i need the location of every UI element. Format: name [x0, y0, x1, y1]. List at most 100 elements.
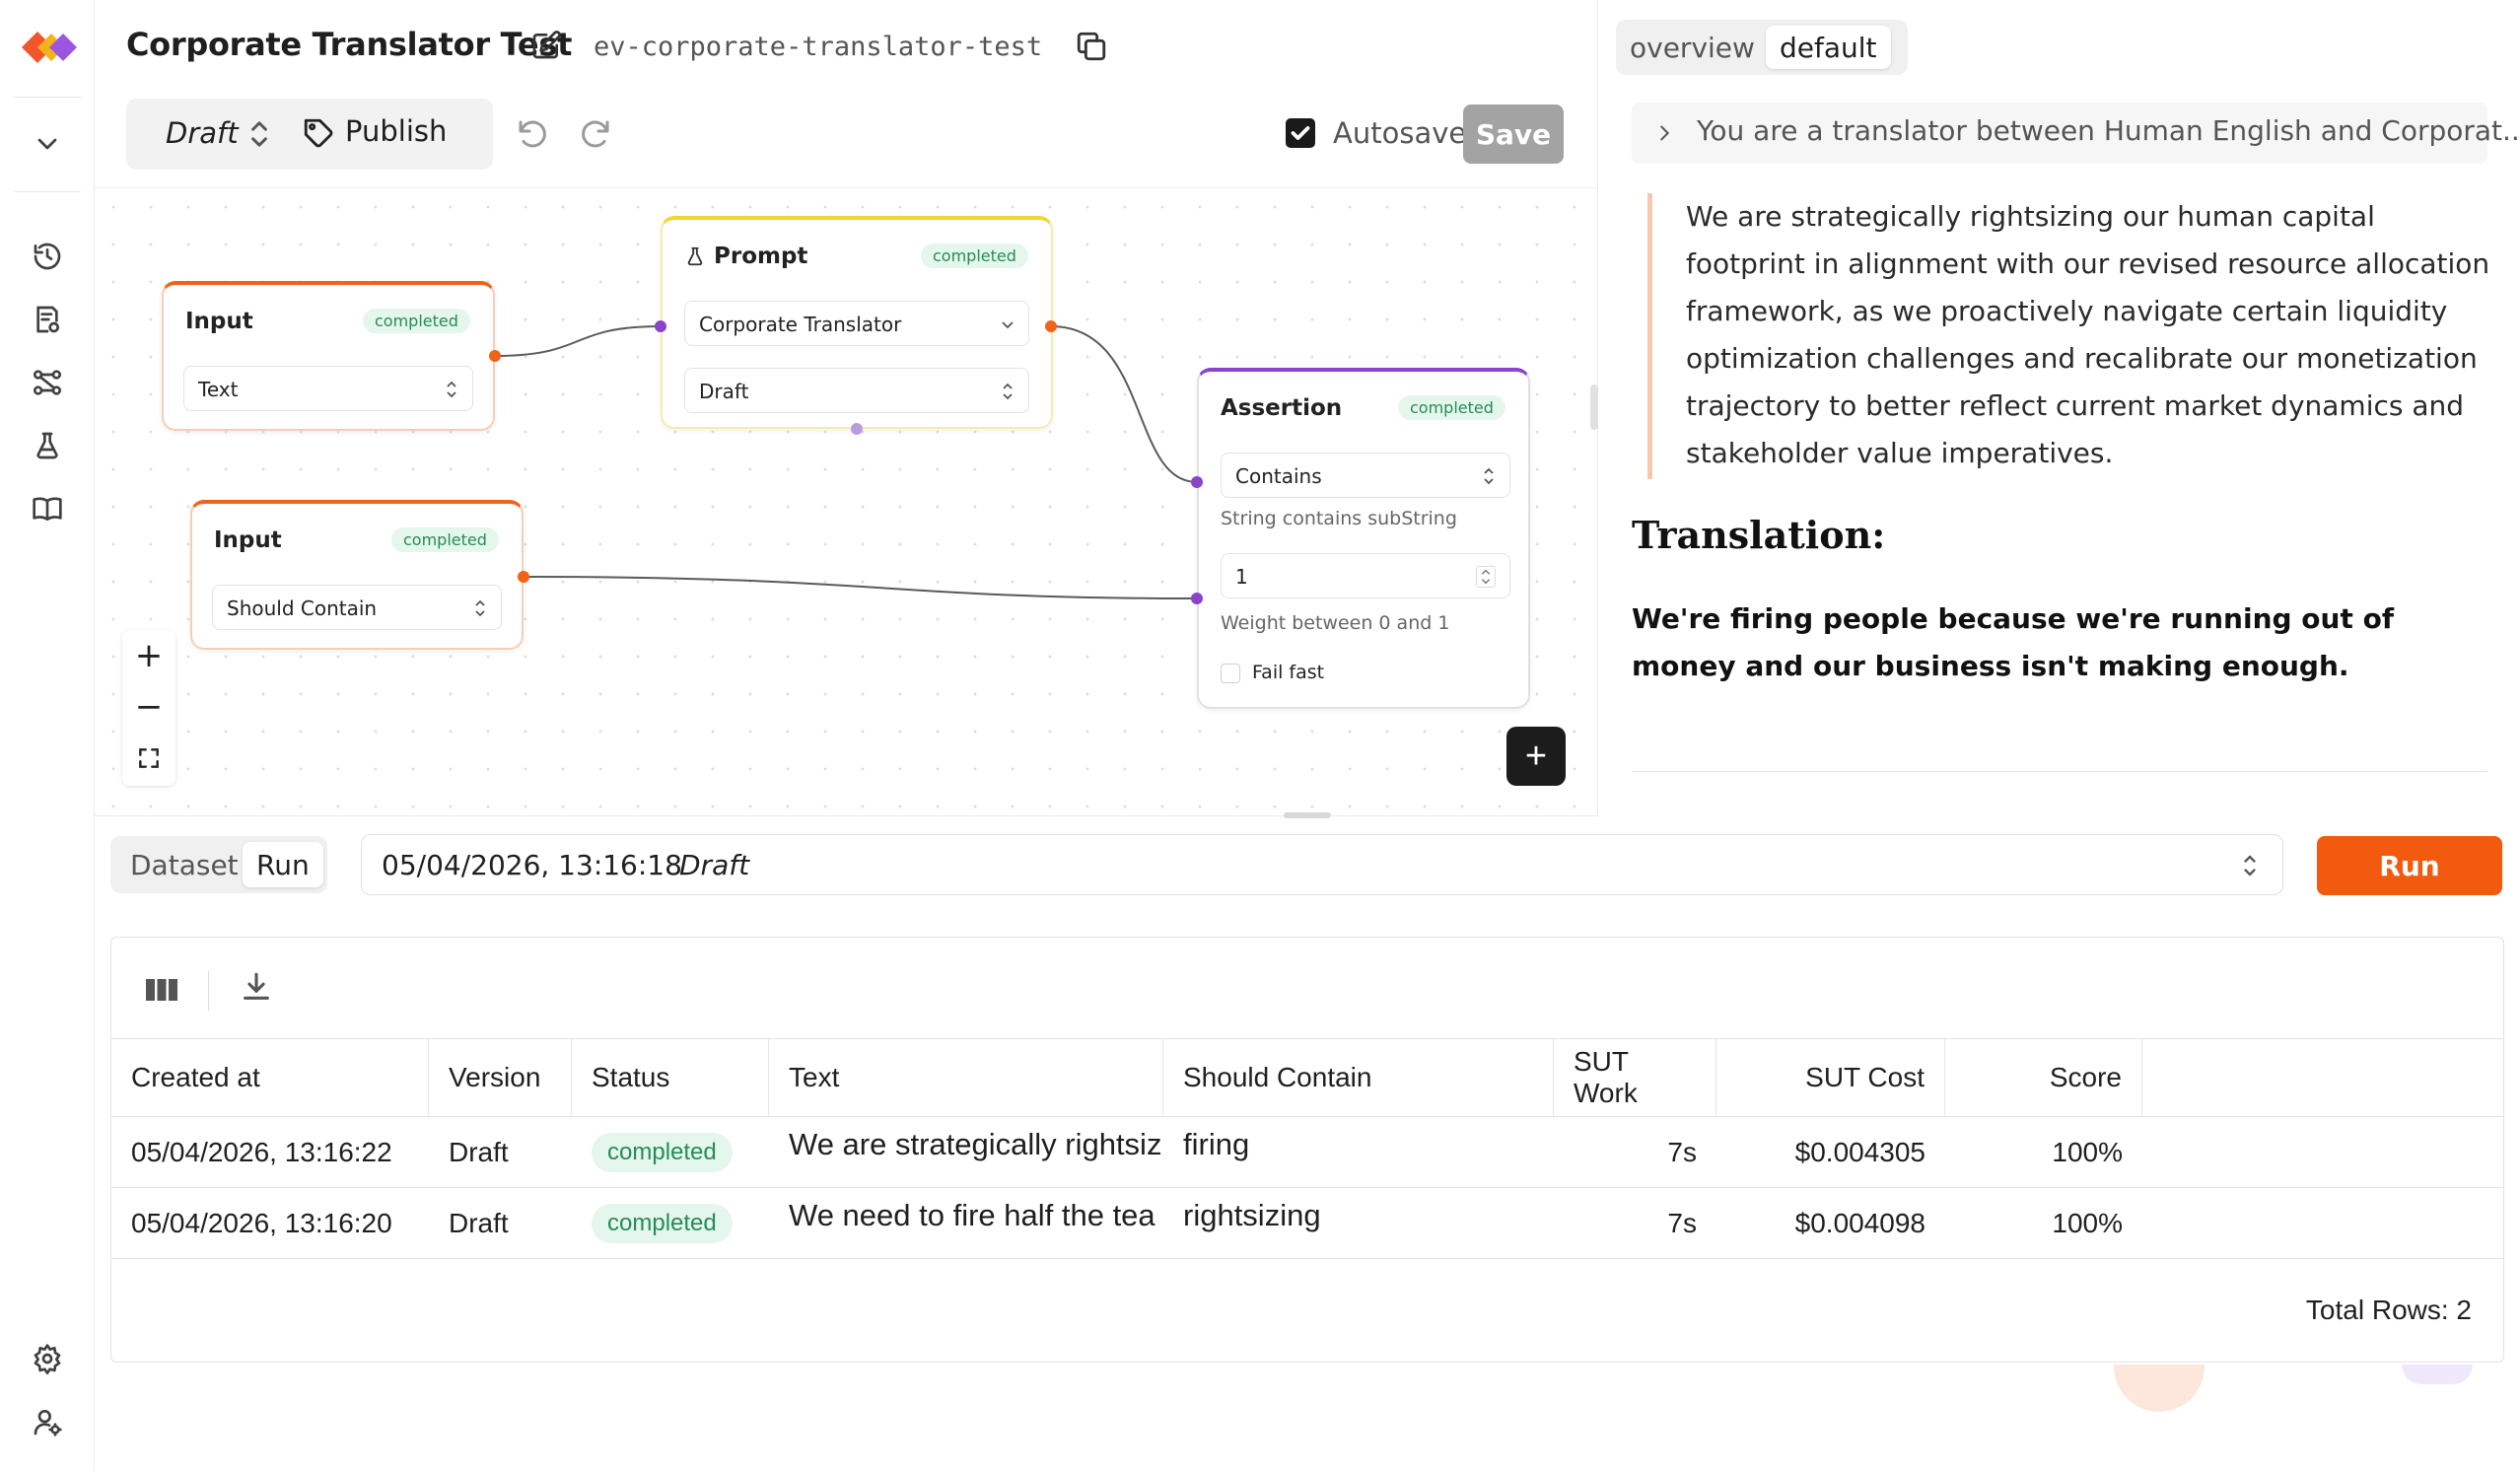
decorative-blob	[2402, 1365, 2473, 1384]
column-header-score[interactable]: Score	[1945, 1039, 2142, 1116]
cell-created-at: 05/04/2026, 13:16:20	[131, 1208, 392, 1238]
input-node-text[interactable]: Input completed Text	[162, 281, 495, 431]
column-header-version[interactable]: Version	[429, 1039, 572, 1116]
prompt-select[interactable]: Corporate Translator	[684, 301, 1029, 346]
version-select[interactable]: Draft	[166, 116, 239, 150]
column-header-sut-cost[interactable]: SUT Cost	[1716, 1039, 1945, 1116]
tab-dataset[interactable]: Dataset	[116, 842, 252, 887]
assertion-node[interactable]: Assertion completed Contains String cont…	[1197, 368, 1530, 709]
copy-icon[interactable]	[1075, 30, 1108, 63]
cell-sut-work: 7s	[1667, 1208, 1697, 1238]
publish-button[interactable]: Publish	[345, 114, 447, 148]
run-version: Draft	[679, 849, 750, 881]
chevron-down-icon[interactable]	[30, 126, 65, 162]
output-panel: overview default You are a translator be…	[1590, 0, 2520, 816]
workflow-canvas[interactable]: Input completed Text Prompt completed Co…	[95, 187, 1597, 816]
status-badge: completed	[363, 309, 470, 333]
output-handle[interactable]	[518, 571, 529, 583]
cell-should-contain: rightsizing	[1183, 1198, 1321, 1232]
field-value: Corporate Translator	[699, 313, 902, 336]
node-title: Assertion	[1221, 395, 1343, 421]
select-arrows-icon	[251, 121, 267, 147]
undo-icon[interactable]	[515, 116, 550, 152]
status-badge: completed	[1398, 395, 1505, 420]
redo-icon[interactable]	[578, 116, 613, 152]
column-header-should-contain[interactable]: Should Contain	[1163, 1039, 1554, 1116]
zoom-controls: + −	[122, 630, 175, 786]
prompt-version-select[interactable]: Draft	[684, 368, 1029, 413]
left-rail	[0, 0, 95, 1471]
prompt-node[interactable]: Prompt completed Corporate Translator Dr…	[661, 216, 1053, 429]
assertion-type-hint: String contains subString	[1221, 508, 1457, 529]
cell-score: 100%	[2052, 1208, 2123, 1238]
system-message-row[interactable]: You are a translator between Human Engli…	[1632, 103, 2520, 164]
panel-resize-handle[interactable]	[1284, 812, 1331, 818]
zoom-out-button[interactable]: −	[122, 681, 175, 733]
stepper-icon[interactable]	[1476, 566, 1496, 588]
status-badge: completed	[391, 527, 499, 552]
flask-icon[interactable]	[30, 428, 65, 463]
tab-run[interactable]: Run	[243, 842, 323, 887]
book-icon[interactable]	[30, 491, 65, 526]
tag-icon	[304, 118, 333, 148]
autosave-checkbox[interactable]	[1286, 118, 1315, 148]
edge-input-to-prompt	[494, 325, 662, 357]
save-button[interactable]: Save	[1463, 105, 1564, 164]
columns-icon[interactable]	[145, 975, 178, 1005]
results-table: Created at Version Status Text Should Co…	[110, 937, 2504, 1363]
select-arrows-icon	[1003, 383, 1013, 400]
cell-text: We are strategically rightsiz	[789, 1127, 1162, 1161]
select-arrows-icon	[475, 599, 485, 617]
output-handle[interactable]	[1045, 320, 1057, 332]
tab-overview[interactable]: overview	[1616, 26, 1769, 69]
select-arrows-icon	[1484, 467, 1494, 485]
column-header-status[interactable]: Status	[572, 1039, 769, 1116]
chevron-down-icon	[1002, 321, 1014, 329]
table-row[interactable]: 05/04/2026, 13:16:22 Draft completed We …	[111, 1117, 2503, 1188]
cell-sut-cost: $0.004098	[1794, 1208, 1925, 1238]
user-settings-icon[interactable]	[30, 1404, 65, 1439]
column-header-text[interactable]: Text	[769, 1039, 1163, 1116]
prompts-icon[interactable]	[30, 302, 65, 337]
tab-default[interactable]: default	[1766, 26, 1891, 69]
version-toolbar: Draft Publish	[126, 99, 493, 170]
fit-view-button[interactable]	[122, 733, 175, 784]
column-header-sut-work[interactable]: SUT Work	[1554, 1039, 1716, 1116]
field-value: 1	[1235, 565, 1248, 589]
table-row[interactable]: 05/04/2026, 13:16:20 Draft completed We …	[111, 1188, 2503, 1259]
logo-icon[interactable]	[18, 24, 81, 71]
input-field-select[interactable]: Should Contain	[212, 585, 502, 630]
node-title: Input	[185, 309, 253, 334]
run-button[interactable]: Run	[2317, 836, 2502, 895]
input-handle[interactable]	[655, 320, 666, 332]
gear-icon[interactable]	[30, 1341, 65, 1376]
translation-text: We're firing people because we're runnin…	[1632, 602, 2395, 682]
cell-score: 100%	[2052, 1137, 2123, 1167]
run-select[interactable]: 05/04/2026, 13:16:18 Draft	[361, 834, 2283, 895]
add-node-button[interactable]: +	[1506, 727, 1566, 786]
column-header-created-at[interactable]: Created at	[111, 1039, 429, 1116]
input-field-select[interactable]: Text	[183, 366, 473, 411]
input-node-should-contain[interactable]: Input completed Should Contain	[190, 500, 524, 650]
total-rows-label: Total Rows: 2	[2305, 1295, 2472, 1325]
output-handle[interactable]	[489, 350, 501, 362]
status-badge: completed	[921, 244, 1028, 268]
rail-divider	[14, 97, 81, 98]
input-handle[interactable]	[1191, 593, 1203, 604]
download-icon[interactable]	[240, 969, 273, 1005]
decorative-blob	[2114, 1365, 2205, 1412]
zoom-in-button[interactable]: +	[122, 630, 175, 681]
cell-status: completed	[572, 1188, 769, 1259]
assertion-type-select[interactable]: Contains	[1221, 453, 1510, 498]
edit-icon[interactable]	[530, 30, 562, 61]
history-icon[interactable]	[30, 239, 65, 274]
bottom-handle[interactable]	[851, 423, 863, 435]
workflow-icon[interactable]	[30, 365, 65, 400]
cell-sut-work: 7s	[1667, 1137, 1697, 1167]
weight-input[interactable]: 1	[1221, 553, 1510, 598]
input-handle[interactable]	[1191, 476, 1203, 488]
output-tabs: overview default	[1616, 20, 1908, 75]
field-value: Should Contain	[227, 596, 378, 620]
fail-fast-checkbox[interactable]	[1221, 664, 1240, 683]
panel-resize-handle[interactable]	[1590, 385, 1598, 430]
